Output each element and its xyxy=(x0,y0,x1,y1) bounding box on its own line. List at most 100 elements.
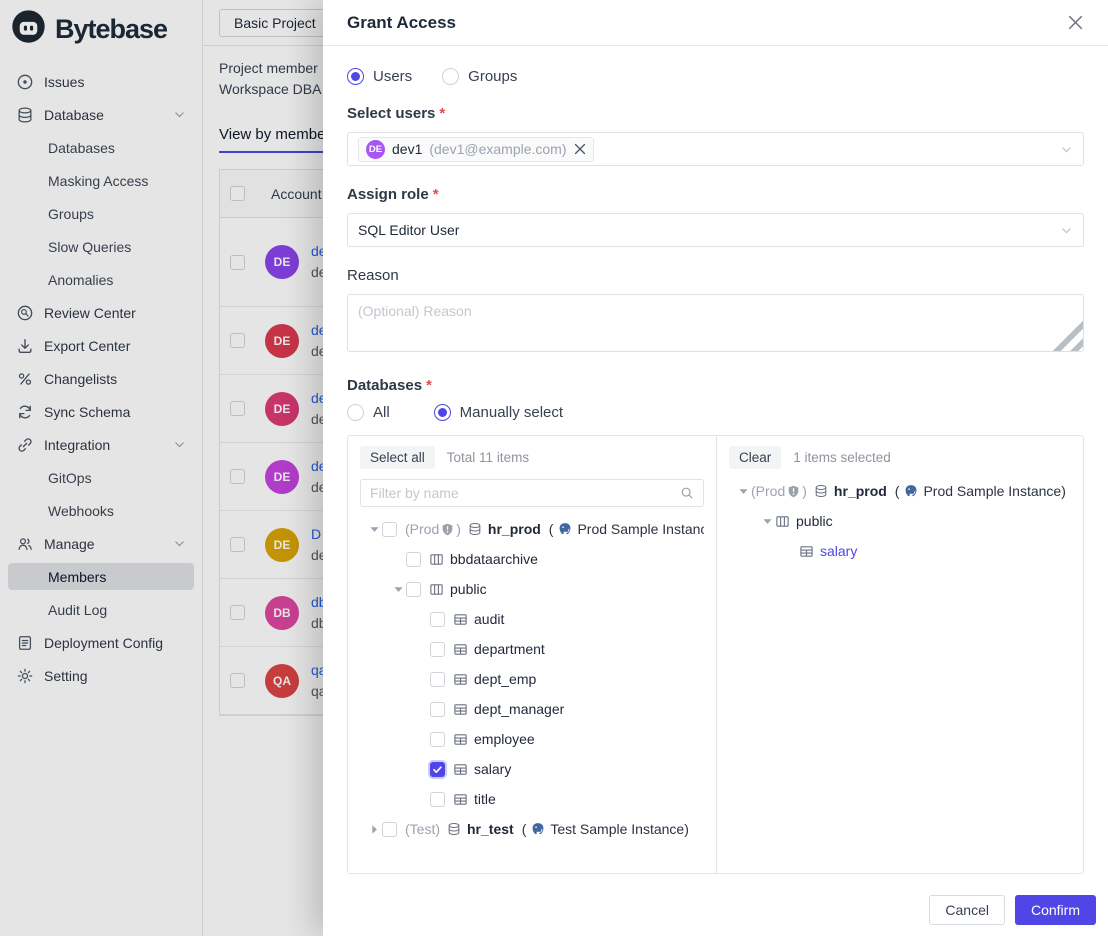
database-icon xyxy=(468,522,482,536)
tree-row-hr-test[interactable]: (Test)hr_test(Test Sample Instance) xyxy=(360,814,704,844)
schema-icon xyxy=(775,514,790,529)
caret-right-icon[interactable] xyxy=(366,824,382,835)
node-name: bbdataarchive xyxy=(450,551,538,567)
tree-row-public[interactable]: public xyxy=(360,574,704,604)
reason-label: Reason xyxy=(347,267,1084,284)
confirm-button[interactable]: Confirm xyxy=(1015,895,1096,925)
node-name: hr_prod xyxy=(834,483,887,499)
table-icon xyxy=(453,702,468,717)
tree-row-audit[interactable]: audit xyxy=(360,604,704,634)
radio-users-control[interactable] xyxy=(347,68,364,85)
table-icon xyxy=(453,642,468,657)
search-icon xyxy=(680,486,694,500)
selected-user-tag: DE dev1 (dev1@example.com) xyxy=(358,137,594,162)
selected-count-label: 1 items selected xyxy=(793,450,891,465)
chevron-down-icon xyxy=(1060,143,1073,156)
filter-by-name-input[interactable] xyxy=(370,485,680,501)
select-users-input[interactable]: DE dev1 (dev1@example.com) xyxy=(347,132,1084,166)
node-name: public xyxy=(450,581,487,597)
tree-row-hr-prod[interactable]: (Prod) hr_prod (Prod Sample Instance) xyxy=(360,514,704,544)
table-icon xyxy=(453,612,468,627)
tree-row-bbdataarchive[interactable]: bbdataarchive xyxy=(360,544,704,574)
tree-row-salary[interactable]: salary xyxy=(360,754,704,784)
table-icon xyxy=(453,672,468,687)
environment-label: (Prod) xyxy=(751,483,807,499)
caret-down-icon[interactable] xyxy=(759,516,775,527)
node-name: title xyxy=(474,791,496,807)
database-icon xyxy=(814,484,828,498)
cancel-button[interactable]: Cancel xyxy=(929,895,1005,925)
tree-checkbox[interactable] xyxy=(430,642,445,657)
caret-down-icon[interactable] xyxy=(390,584,406,595)
grant-access-modal: Grant Access Users Groups Select users* xyxy=(323,0,1108,936)
node-name: salary xyxy=(474,761,511,777)
tree-row-public[interactable]: public xyxy=(729,506,1071,536)
node-name: dept_manager xyxy=(474,701,564,717)
instance-label: (Prod Sample Instance) xyxy=(549,521,704,537)
radio-groups[interactable]: Groups xyxy=(442,68,517,85)
radio-manually-select[interactable]: Manually select xyxy=(434,404,563,421)
tree-checkbox[interactable] xyxy=(382,522,397,537)
caret-down-icon[interactable] xyxy=(366,524,382,535)
assign-role-value: SQL Editor User xyxy=(358,222,459,238)
schema-icon xyxy=(429,582,444,597)
postgres-icon xyxy=(558,522,572,536)
tree-row-department[interactable]: department xyxy=(360,634,704,664)
databases-mode-radio-group: All Manually select xyxy=(347,404,1084,421)
close-icon[interactable] xyxy=(1064,12,1086,34)
tree-checkbox[interactable] xyxy=(406,552,421,567)
node-name: dept_emp xyxy=(474,671,536,687)
member-type-radio-group: Users Groups xyxy=(347,68,1084,85)
tree-checkbox[interactable] xyxy=(430,732,445,747)
tree-checkbox[interactable] xyxy=(406,582,421,597)
clear-button[interactable]: Clear xyxy=(729,446,781,469)
postgres-icon xyxy=(531,822,545,836)
tree-checkbox[interactable] xyxy=(430,762,445,777)
node-name: audit xyxy=(474,611,504,627)
environment-label: (Prod) xyxy=(405,521,461,537)
modal-header: Grant Access xyxy=(323,0,1108,46)
tree-row-salary[interactable]: salary xyxy=(729,536,1071,566)
radio-all-control[interactable] xyxy=(347,404,364,421)
radio-manually-select-control[interactable] xyxy=(434,404,451,421)
tree-checkbox[interactable] xyxy=(430,672,445,687)
node-name: department xyxy=(474,641,545,657)
radio-groups-control[interactable] xyxy=(442,68,459,85)
database-icon xyxy=(447,822,461,836)
instance-label: (Test Sample Instance) xyxy=(522,821,689,837)
reason-textarea[interactable] xyxy=(347,294,1084,352)
tree-row-dept-manager[interactable]: dept_manager xyxy=(360,694,704,724)
table-icon xyxy=(799,544,814,559)
chevron-down-icon xyxy=(1060,224,1073,237)
instance-label: (Prod Sample Instance) xyxy=(895,483,1066,499)
node-name: employee xyxy=(474,731,535,747)
tree-row-hr-prod[interactable]: (Prod) hr_prod (Prod Sample Instance) xyxy=(729,476,1071,506)
databases-label: Databases* xyxy=(347,377,1084,394)
tree-checkbox[interactable] xyxy=(430,792,445,807)
tree-row-title[interactable]: title xyxy=(360,784,704,814)
postgres-icon xyxy=(904,484,918,498)
node-name: hr_prod xyxy=(488,521,541,537)
database-picker: Select all Total 11 items (Prod)hr_prod(… xyxy=(347,435,1084,874)
tree-checkbox[interactable] xyxy=(382,822,397,837)
modal-footer: Cancel Confirm xyxy=(323,895,1108,936)
radio-users[interactable]: Users xyxy=(347,68,412,85)
user-avatar: DE xyxy=(366,140,385,159)
node-name: salary xyxy=(820,543,857,559)
tree-row-employee[interactable]: employee xyxy=(360,724,704,754)
environment-label: (Test) xyxy=(405,821,440,837)
select-users-label: Select users* xyxy=(347,105,1084,122)
tree-row-dept-emp[interactable]: dept_emp xyxy=(360,664,704,694)
remove-user-icon[interactable] xyxy=(574,143,586,155)
shield-icon xyxy=(787,485,800,498)
radio-all-databases[interactable]: All xyxy=(347,404,390,421)
tree-checkbox[interactable] xyxy=(430,612,445,627)
caret-down-icon[interactable] xyxy=(735,486,751,497)
table-icon xyxy=(453,792,468,807)
select-all-button[interactable]: Select all xyxy=(360,446,435,469)
assign-role-select[interactable]: SQL Editor User xyxy=(347,213,1084,247)
picker-source-pane: Select all Total 11 items (Prod)hr_prod(… xyxy=(348,436,717,873)
schema-icon xyxy=(429,552,444,567)
tree-checkbox[interactable] xyxy=(430,702,445,717)
filter-input-wrap xyxy=(360,479,704,507)
